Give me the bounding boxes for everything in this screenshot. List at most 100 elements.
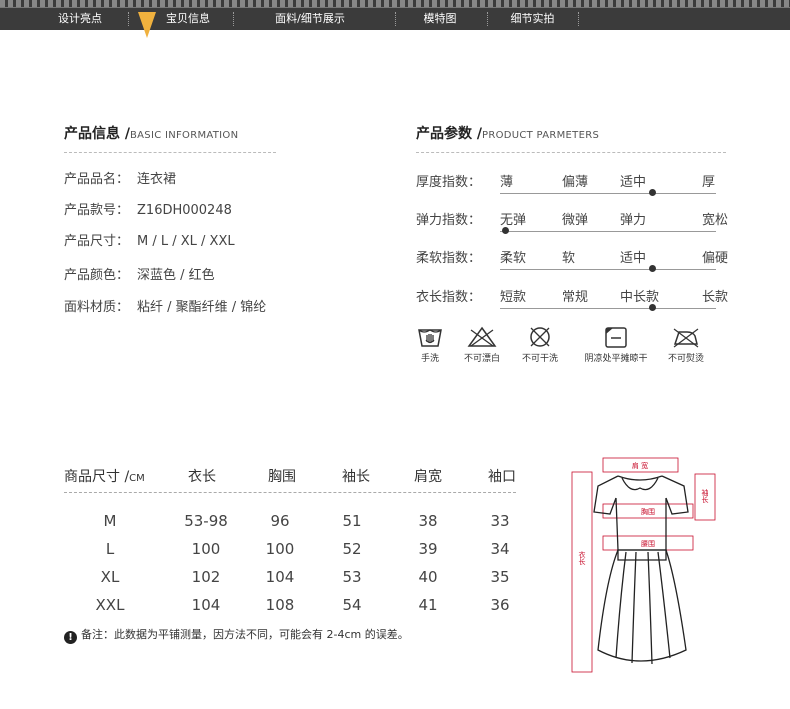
info-row-style-no: 产品款号： Z16DH000248 xyxy=(64,199,232,218)
product-info-title-text: 产品信息 / xyxy=(64,126,130,142)
size-cell: M xyxy=(103,512,117,530)
table-row: L 100 100 52 39 34 xyxy=(64,540,516,562)
table-cell: 104 xyxy=(191,596,221,614)
param-label: 柔软指数： xyxy=(416,251,482,266)
info-value: M / L / XL / XXL xyxy=(137,234,235,249)
divider xyxy=(64,492,516,493)
param-scale-line xyxy=(500,193,716,194)
tab-model[interactable]: 模特图 xyxy=(405,9,475,29)
tab-design[interactable]: 设计亮点 xyxy=(40,9,120,29)
param-scale-line xyxy=(500,231,716,232)
info-row-color: 产品颜色： 深蓝色 / 红色 xyxy=(64,264,215,283)
divider xyxy=(416,152,726,153)
param-option: 微弹 xyxy=(562,213,589,228)
care-label: 不可漂白 xyxy=(463,354,500,364)
size-cell: XL xyxy=(100,568,120,586)
size-cell: XXL xyxy=(95,596,125,614)
care-label: 不可干洗 xyxy=(521,354,558,364)
shoulder-label: 肩 宽 xyxy=(632,461,648,470)
table-cell: 53-98 xyxy=(184,512,228,530)
param-option: 偏薄 xyxy=(562,175,589,190)
table-cell: 34 xyxy=(490,540,510,558)
table-row: XXL 104 108 54 41 36 xyxy=(64,596,516,618)
length-label: 衣长 xyxy=(578,550,586,566)
table-cell: 54 xyxy=(342,596,362,614)
info-value: 粘纤 / 聚酯纤维 / 锦纶 xyxy=(137,300,267,315)
column-header: 袖口 xyxy=(488,469,516,485)
param-row: 柔软指数： 柔软 软 适中 偏硬 xyxy=(416,247,736,273)
param-option: 适中 xyxy=(620,175,647,190)
chest-label: 胸围 xyxy=(641,507,655,516)
info-row-size: 产品尺寸： M / L / XL / XXL xyxy=(64,230,235,249)
care-label: 不可熨烫 xyxy=(667,354,704,364)
info-label: 产品款号： xyxy=(64,203,130,218)
column-header: 胸围 xyxy=(268,469,296,485)
table-cell: 41 xyxy=(418,596,438,614)
table-cell: 36 xyxy=(490,596,510,614)
info-label: 面料材质： xyxy=(64,300,130,315)
tab-fabric-details[interactable]: 面料/细节展示 xyxy=(255,9,365,29)
table-row: XL 102 104 53 40 35 xyxy=(64,568,516,590)
param-level-marker xyxy=(502,227,509,234)
no-iron-icon xyxy=(673,328,699,348)
param-scale-line xyxy=(500,269,716,270)
param-option: 弹力 xyxy=(620,213,647,228)
no-dry-clean-icon xyxy=(530,327,550,347)
param-level-marker xyxy=(649,189,657,196)
param-option: 长款 xyxy=(702,290,729,305)
tab-product-info[interactable]: 宝贝信息 xyxy=(148,9,228,29)
size-header-unit: CM xyxy=(129,473,145,484)
dress-measurement-diagram: 肩 宽 胸围 腰围 袖长 衣长 xyxy=(571,457,716,673)
info-row-name: 产品品名： 连衣裙 xyxy=(64,168,176,187)
info-value: 连衣裙 xyxy=(137,172,177,187)
tab-divider xyxy=(233,12,234,26)
param-row: 衣长指数： 短款 常规 中长款 长款 xyxy=(416,286,736,312)
table-cell: 108 xyxy=(265,596,295,614)
param-label: 弹力指数： xyxy=(416,213,482,228)
size-header-label: 商品尺寸 /CM xyxy=(64,466,145,486)
tab-divider xyxy=(395,12,396,26)
info-label: 产品品名： xyxy=(64,172,130,187)
param-option: 常规 xyxy=(562,290,589,305)
info-value: Z16DH000248 xyxy=(137,203,232,218)
param-option: 中长款 xyxy=(620,290,660,305)
care-label: 手洗 xyxy=(420,354,439,364)
no-bleach-icon xyxy=(467,326,497,347)
param-label: 衣长指数： xyxy=(416,290,482,305)
table-cell: 100 xyxy=(265,540,295,558)
column-header: 袖长 xyxy=(342,469,370,485)
tab-divider xyxy=(128,12,129,26)
tab-detail-photos[interactable]: 细节实拍 xyxy=(495,9,570,29)
table-cell: 35 xyxy=(490,568,510,586)
param-option: 短款 xyxy=(500,290,527,305)
product-params-title: 产品参数 /PRODUCT PARMETERS xyxy=(416,123,599,143)
param-option: 无弹 xyxy=(500,213,527,228)
warning-icon: ! xyxy=(64,631,77,644)
waist-label: 腰围 xyxy=(641,540,655,548)
product-info-subtitle: BASIC INFORMATION xyxy=(130,130,239,141)
param-label: 厚度指数： xyxy=(416,175,482,190)
top-nav: 设计亮点 宝贝信息 面料/细节展示 模特图 细节实拍 xyxy=(0,0,790,38)
table-cell: 51 xyxy=(342,512,362,530)
param-option: 柔软 xyxy=(500,251,527,266)
info-value: 深蓝色 / 红色 xyxy=(137,268,215,283)
table-cell: 33 xyxy=(490,512,510,530)
care-no-bleach: 不可漂白 xyxy=(450,326,514,364)
tab-divider xyxy=(578,12,579,26)
table-cell: 52 xyxy=(342,540,362,558)
divider xyxy=(64,152,276,153)
product-params-title-text: 产品参数 / xyxy=(416,126,482,142)
table-cell: 39 xyxy=(418,540,438,558)
table-cell: 53 xyxy=(342,568,362,586)
param-row: 厚度指数： 薄 偏薄 适中 厚 xyxy=(416,171,736,197)
param-level-marker xyxy=(649,265,657,272)
param-option: 偏硬 xyxy=(702,251,729,266)
info-row-material: 面料材质： 粘纤 / 聚酯纤维 / 锦纶 xyxy=(64,296,266,315)
table-cell: 40 xyxy=(418,568,438,586)
chain-border-line xyxy=(0,7,790,8)
length-measure-box xyxy=(571,471,593,673)
care-label: 阴凉处平摊晾干 xyxy=(584,354,648,364)
size-header-text: 商品尺寸 / xyxy=(64,469,130,485)
care-no-dry-clean: 不可干洗 xyxy=(508,326,572,364)
table-cell: 104 xyxy=(265,568,295,586)
